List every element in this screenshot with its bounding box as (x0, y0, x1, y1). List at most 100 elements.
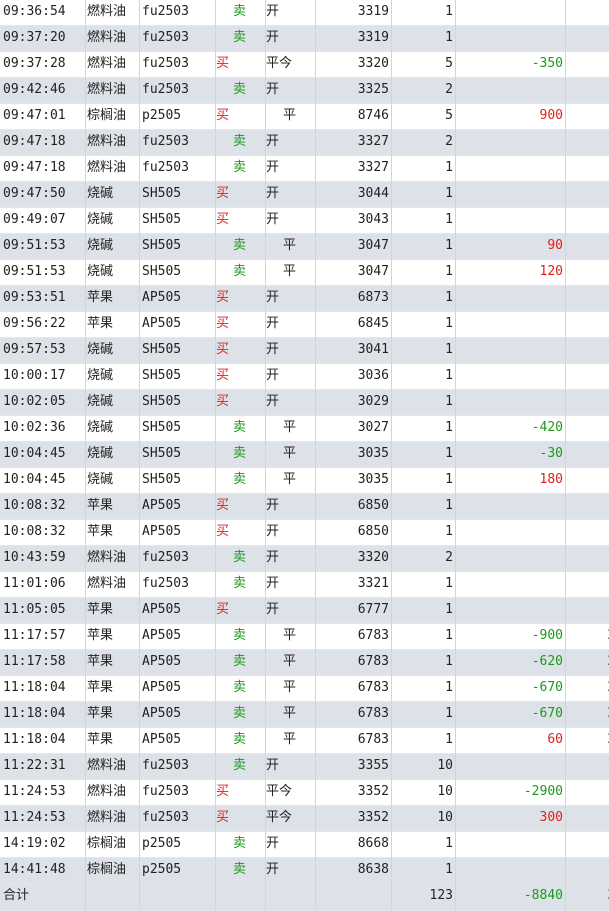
trade-side: 卖 (216, 546, 266, 572)
trade-side: 买 (216, 286, 266, 312)
trade-side: 卖 (216, 442, 266, 468)
trade-time: 09:47:01 (0, 104, 86, 130)
table-row[interactable]: 11:18:04苹果AP505卖平67831-67020 (0, 676, 609, 702)
table-row[interactable]: 09:51:53 烧碱 SH505 卖平 3047 1 90 (0, 234, 609, 260)
close-pnl (456, 754, 566, 780)
table-row[interactable]: 11:05:05 苹果 AP505 买开 6777 1 (0, 598, 609, 624)
table-row[interactable]: 10:04:45 烧碱 SH505 卖平 3035 1 -30 (0, 442, 609, 468)
trade-price: 3321 (316, 572, 392, 598)
table-row[interactable]: 09:42:46 燃料油 fu2503 卖开 3325 2 (0, 78, 609, 104)
contract-code: p2505 (140, 832, 216, 858)
table-row[interactable]: 09:47:50 烧碱 SH505 买开 3044 1 (0, 182, 609, 208)
close-pnl (456, 546, 566, 572)
table-row[interactable]: 10:02:36 烧碱 SH505 卖平 3027 1 -420 (0, 416, 609, 442)
table-row[interactable]: 09:57:53 烧碱 SH505 买开 3041 1 (0, 338, 609, 364)
contract-code: AP505 (140, 702, 216, 728)
contract-name: 烧碱 (86, 338, 140, 364)
trade-side: 卖 (216, 26, 266, 52)
close-pnl: 900 (456, 104, 566, 130)
trade-price: 3319 (316, 0, 392, 26)
contract-name: 燃料油 (86, 78, 140, 104)
close-pnl (456, 130, 566, 156)
contract-name: 烧碱 (86, 468, 140, 494)
trade-time: 11:01:06 (0, 572, 86, 598)
trade-quantity: 1 (392, 624, 456, 650)
trade-quantity: 1 (392, 702, 456, 728)
trade-offset: 开 (266, 494, 316, 520)
trade-price: 3327 (316, 156, 392, 182)
trade-price: 3047 (316, 234, 392, 260)
contract-code: SH505 (140, 208, 216, 234)
table-row[interactable]: 11:22:31燃料油fu2503卖开335510 17 (0, 754, 609, 780)
trade-price: 6850 (316, 494, 392, 520)
contract-name: 棕榈油 (86, 832, 140, 858)
table-row[interactable]: 10:08:32 苹果 AP505 买开 6850 1 (0, 494, 609, 520)
close-pnl (456, 208, 566, 234)
table-row[interactable]: 10:43:59 燃料油 fu2503 卖开 3320 2 (0, 546, 609, 572)
table-row[interactable]: 11:18:04苹果AP505卖平67831-67020 (0, 702, 609, 728)
fee-cell: 12 (566, 104, 609, 130)
trade-price: 3352 (316, 806, 392, 832)
table-row[interactable]: 10:00:17 烧碱 SH505 买开 3036 1 (0, 364, 609, 390)
trade-offset: 开 (266, 754, 316, 780)
table-row[interactable]: 11:17:58苹果AP505卖平67831-62020 (0, 650, 609, 676)
trade-quantity: 1 (392, 208, 456, 234)
contract-code: SH505 (140, 338, 216, 364)
table-row[interactable]: 09:37:28 燃料油 fu2503 买平今 3320 5 -350 (0, 52, 609, 78)
trade-quantity: 5 (392, 104, 456, 130)
table-row[interactable]: 10:02:05 烧碱 SH505 买开 3029 1 (0, 390, 609, 416)
table-row[interactable]: 11:17:57苹果AP505卖平67831-90020 (0, 624, 609, 650)
table-row[interactable]: 11:24:53 燃料油 fu2503 买平今 3352 10 300 (0, 806, 609, 832)
table-row[interactable]: 10:08:32 苹果 AP505 买开 6850 1 (0, 520, 609, 546)
trade-side: 买 (216, 364, 266, 390)
table-row[interactable]: 11:01:06 燃料油 fu2503 卖开 3321 1 (0, 572, 609, 598)
table-row[interactable]: 09:47:18 燃料油 fu2503 卖开 3327 2 (0, 130, 609, 156)
trade-quantity: 1 (392, 416, 456, 442)
trade-offset: 开 (266, 26, 316, 52)
close-pnl (456, 156, 566, 182)
trade-side: 卖 (216, 650, 266, 676)
trade-price: 3352 (316, 780, 392, 806)
trade-offset: 开 (266, 78, 316, 104)
table-row[interactable]: 11:24:53 燃料油 fu2503 买平今 3352 10 -2900 (0, 780, 609, 806)
trade-time: 14:19:02 (0, 832, 86, 858)
total-quantity: 123 (392, 884, 456, 910)
close-pnl (456, 832, 566, 858)
fee-cell (566, 520, 609, 546)
table-row[interactable]: 09:53:51 苹果 AP505 买开 6873 1 (0, 286, 609, 312)
table-row[interactable]: 09:56:22 苹果 AP505 买开 6845 1 (0, 312, 609, 338)
table-row[interactable]: 14:41:48 棕榈油 p2505 卖开 8638 1 (0, 858, 609, 884)
fee-cell (566, 52, 609, 78)
close-pnl (456, 78, 566, 104)
trade-price: 6777 (316, 598, 392, 624)
trade-price: 3029 (316, 390, 392, 416)
table-row[interactable]: 09:49:07 烧碱 SH505 买开 3043 1 (0, 208, 609, 234)
trade-offset: 平今 (266, 780, 316, 806)
trade-offset: 平 (266, 442, 316, 468)
trade-price: 8746 (316, 104, 392, 130)
table-row[interactable]: 09:37:20 燃料油 fu2503 卖开 3319 1 (0, 26, 609, 52)
trade-offset: 开 (266, 312, 316, 338)
table-row[interactable]: 11:18:04苹果AP505卖平678316020 (0, 728, 609, 754)
close-pnl (456, 182, 566, 208)
contract-code: p2505 (140, 104, 216, 130)
table-row[interactable]: 09:51:53 烧碱 SH505 卖平 3047 1 120 (0, 260, 609, 286)
table-row[interactable]: 14:19:02 棕榈油 p2505 卖开 8668 1 (0, 832, 609, 858)
fee-cell (566, 130, 609, 156)
table-row[interactable]: 09:47:01棕榈油p2505买平8746590012 (0, 104, 609, 130)
table-row[interactable]: 09:47:18 燃料油 fu2503 卖开 3327 1 (0, 156, 609, 182)
contract-name: 烧碱 (86, 182, 140, 208)
contract-name: 棕榈油 (86, 104, 140, 130)
trade-quantity: 5 (392, 52, 456, 78)
table-row[interactable]: 10:04:45 烧碱 SH505 卖平 3035 1 180 (0, 468, 609, 494)
fee-cell (566, 26, 609, 52)
trade-side: 买 (216, 52, 266, 78)
table-row[interactable]: 09:36:54 燃料油 fu2503 卖开 3319 1 (0, 0, 609, 26)
contract-code: fu2503 (140, 26, 216, 52)
trade-offset: 开 (266, 520, 316, 546)
trade-quantity: 1 (392, 156, 456, 182)
trade-side: 卖 (216, 676, 266, 702)
close-pnl: -30 (456, 442, 566, 468)
contract-code: AP505 (140, 312, 216, 338)
trade-quantity: 1 (392, 832, 456, 858)
